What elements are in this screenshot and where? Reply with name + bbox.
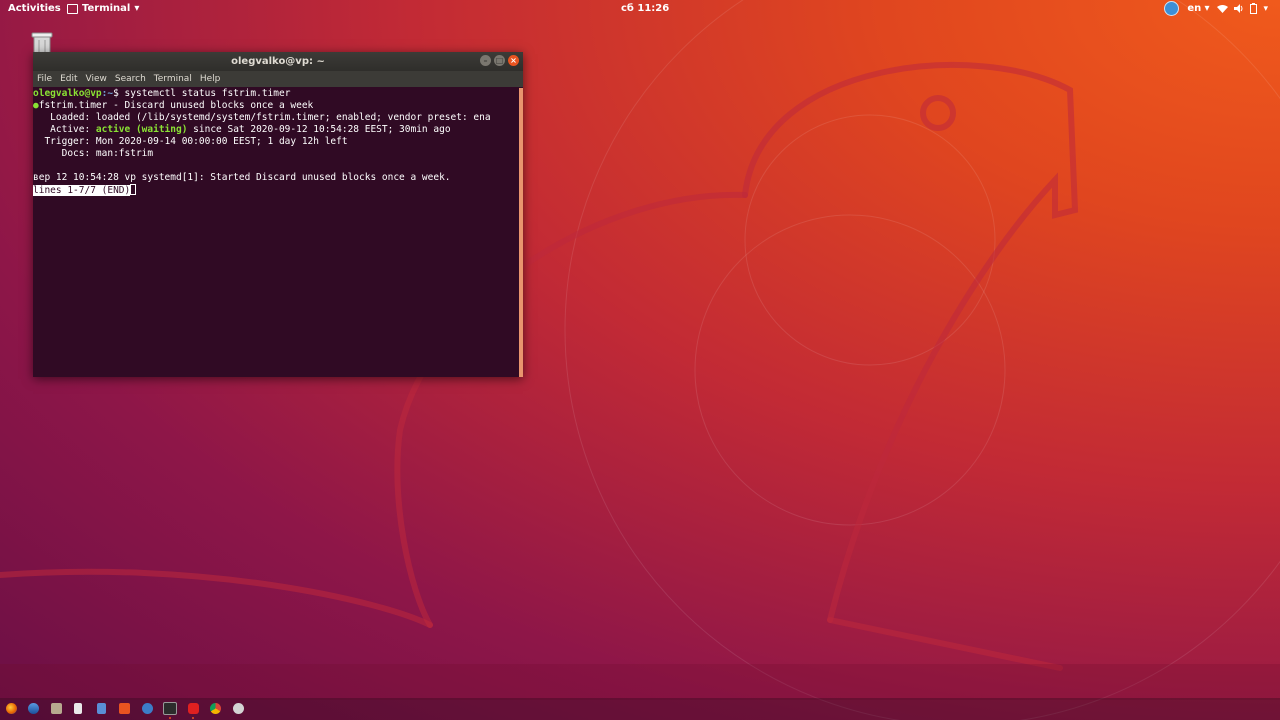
active-app-indicator bbox=[169, 717, 171, 719]
terminal-icon[interactable] bbox=[163, 702, 177, 715]
activities-button[interactable]: Activities bbox=[8, 3, 61, 14]
pager-line: lines 1-7/7 (END) bbox=[33, 184, 519, 197]
terminal-icon bbox=[67, 3, 78, 14]
active-label: Active: bbox=[33, 124, 96, 135]
trigger-line: Trigger: Mon 2020-09-14 00:00:00 EEST; 1… bbox=[33, 136, 348, 147]
menu-search[interactable]: Search bbox=[115, 74, 146, 84]
menu-bar: File Edit View Search Terminal Help bbox=[33, 71, 523, 87]
terminal-output[interactable]: olegvalko@vp:~$ systemctl status fstrim.… bbox=[33, 88, 519, 377]
clock[interactable]: сб 11:26 bbox=[621, 3, 669, 14]
document-icon[interactable] bbox=[97, 703, 106, 714]
system-tray: en ▾ ▾ bbox=[1164, 1, 1268, 16]
active-since: since Sat 2020-09-12 10:54:28 EEST; 30mi… bbox=[187, 124, 451, 135]
menu-terminal[interactable]: Terminal bbox=[154, 74, 192, 84]
log-line: вер 12 10:54:28 vp systemd[1]: Started D… bbox=[33, 172, 451, 183]
menu-edit[interactable]: Edit bbox=[60, 74, 77, 84]
update-notifier-icon[interactable] bbox=[1164, 1, 1180, 16]
terminal-scrollbar[interactable] bbox=[519, 88, 523, 377]
unit-description: fstrim.timer - Discard unused blocks onc… bbox=[38, 100, 314, 111]
command-text: systemctl status fstrim.timer bbox=[124, 88, 291, 99]
docs-line: Docs: man:fstrim bbox=[33, 148, 154, 159]
loaded-line: Loaded: loaded (/lib/systemd/system/fstr… bbox=[33, 112, 491, 123]
window-title: olegvalko@vp: ~ bbox=[231, 56, 325, 67]
prompt-symbol: $ bbox=[113, 88, 125, 99]
top-bar: Activities Terminal ▾ сб 11:26 en ▾ ▾ bbox=[0, 0, 1280, 18]
firefox-icon[interactable] bbox=[6, 703, 17, 714]
chrome-icon[interactable] bbox=[210, 703, 221, 714]
language-label: en bbox=[1187, 3, 1202, 14]
chevron-down-icon: ▾ bbox=[134, 3, 140, 14]
app-menu[interactable]: Terminal ▾ bbox=[67, 3, 139, 14]
libreoffice-icon[interactable] bbox=[74, 703, 82, 714]
minimize-button[interactable]: – bbox=[480, 55, 491, 66]
files-icon[interactable] bbox=[51, 703, 62, 714]
text-cursor bbox=[130, 184, 137, 195]
system-menu[interactable]: ▾ bbox=[1217, 3, 1268, 14]
thunderbird-icon[interactable] bbox=[28, 703, 39, 714]
command-line: olegvalko@vp:~$ systemctl status fstrim.… bbox=[33, 88, 519, 100]
prompt-path: :~ bbox=[101, 88, 114, 99]
menu-help[interactable]: Help bbox=[200, 74, 221, 84]
menu-file[interactable]: File bbox=[37, 74, 52, 84]
anydesk-icon[interactable] bbox=[188, 703, 199, 714]
app-menu-label: Terminal bbox=[82, 3, 131, 14]
window-titlebar[interactable]: olegvalko@vp: ~ – □ × bbox=[33, 52, 523, 71]
active-state: active (waiting) bbox=[95, 124, 188, 135]
terminal-window[interactable]: olegvalko@vp: ~ – □ × File Edit View Sea… bbox=[33, 52, 523, 377]
menu-view[interactable]: View bbox=[86, 74, 107, 84]
chevron-down-icon: ▾ bbox=[1204, 3, 1210, 14]
help-icon[interactable] bbox=[142, 703, 153, 714]
unit-line: ●fstrim.timer - Discard unused blocks on… bbox=[33, 100, 519, 112]
prompt-user: olegvalko@vp bbox=[33, 88, 102, 99]
maximize-button[interactable]: □ bbox=[494, 55, 505, 66]
wifi-icon bbox=[1217, 5, 1229, 13]
settings-icon[interactable] bbox=[233, 703, 244, 714]
software-center-icon[interactable] bbox=[119, 703, 130, 714]
battery-icon bbox=[1250, 3, 1258, 14]
close-button[interactable]: × bbox=[508, 55, 519, 66]
active-line: Active: active (waiting) since Sat 2020-… bbox=[33, 124, 519, 136]
language-selector[interactable]: en ▾ bbox=[1187, 3, 1209, 14]
dock bbox=[0, 698, 1280, 720]
chevron-down-icon: ▾ bbox=[1263, 3, 1268, 14]
pager-status: lines 1-7/7 (END) bbox=[33, 185, 131, 196]
volume-icon bbox=[1234, 4, 1243, 13]
active-app-indicator bbox=[192, 717, 194, 719]
